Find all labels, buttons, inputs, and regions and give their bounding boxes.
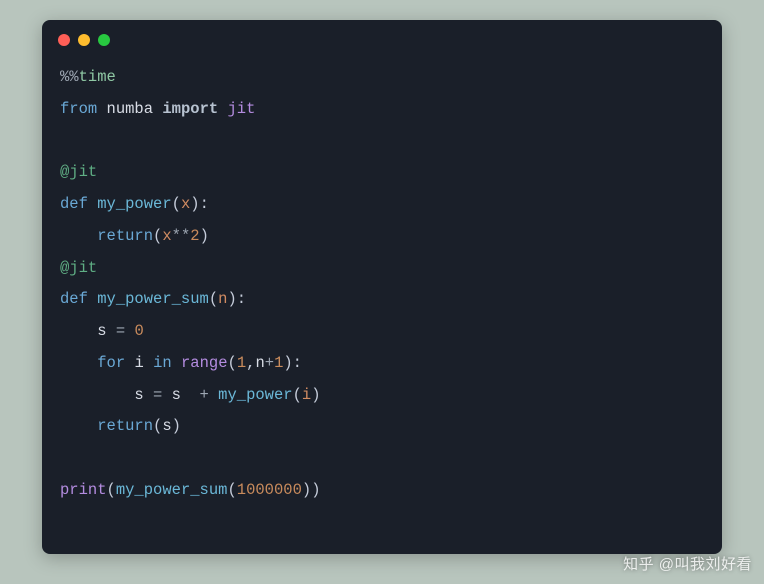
paren: ( [293, 386, 302, 404]
number: 1 [274, 354, 283, 372]
var: s [172, 386, 181, 404]
number: 0 [134, 322, 143, 340]
paren: ( [153, 227, 162, 245]
kw-for: for [97, 354, 125, 372]
fn-range: range [181, 354, 228, 372]
kw-def: def [60, 290, 88, 308]
kw-from: from [60, 100, 97, 118]
fn-call: my_power_sum [116, 481, 228, 499]
kw-import: import [162, 100, 218, 118]
code-window: %%time from numba import jit @jit def my… [42, 20, 722, 554]
op: + [265, 354, 274, 372]
param: x [181, 195, 190, 213]
paren: ): [283, 354, 302, 372]
op: ** [172, 227, 191, 245]
paren: ) [311, 386, 320, 404]
var: s [134, 386, 143, 404]
close-icon[interactable] [58, 34, 70, 46]
var: i [302, 386, 311, 404]
op: + [181, 386, 218, 404]
paren: ): [227, 290, 246, 308]
op: = [144, 386, 172, 404]
decorator: @jit [60, 259, 97, 277]
import-name: jit [227, 100, 255, 118]
window-titlebar [42, 20, 722, 54]
kw-return: return [97, 227, 153, 245]
paren: ): [190, 195, 209, 213]
fn-print: print [60, 481, 107, 499]
magic-percent: %% [60, 68, 79, 86]
paren: ) [200, 227, 209, 245]
paren: )) [302, 481, 321, 499]
var: s [97, 322, 106, 340]
paren: ( [153, 417, 162, 435]
module-name: numba [107, 100, 154, 118]
decorator: @jit [60, 163, 97, 181]
minimize-icon[interactable] [78, 34, 90, 46]
number: 1000000 [237, 481, 302, 499]
var: i [134, 354, 143, 372]
code-block: %%time from numba import jit @jit def my… [42, 54, 722, 525]
paren: ( [172, 195, 181, 213]
magic-name: time [79, 68, 116, 86]
number: 2 [190, 227, 199, 245]
fn-name: my_power_sum [97, 290, 209, 308]
var: x [162, 227, 171, 245]
op: = [107, 322, 135, 340]
maximize-icon[interactable] [98, 34, 110, 46]
watermark: 知乎 @叫我刘好看 [623, 553, 752, 574]
paren: ( [227, 481, 236, 499]
kw-in: in [153, 354, 172, 372]
var: s [162, 417, 171, 435]
fn-call: my_power [218, 386, 292, 404]
paren: ( [209, 290, 218, 308]
kw-return: return [97, 417, 153, 435]
number: 1 [237, 354, 246, 372]
paren: ( [107, 481, 116, 499]
var: n [255, 354, 264, 372]
kw-def: def [60, 195, 88, 213]
paren: ) [172, 417, 181, 435]
fn-name: my_power [97, 195, 171, 213]
paren: ( [228, 354, 237, 372]
